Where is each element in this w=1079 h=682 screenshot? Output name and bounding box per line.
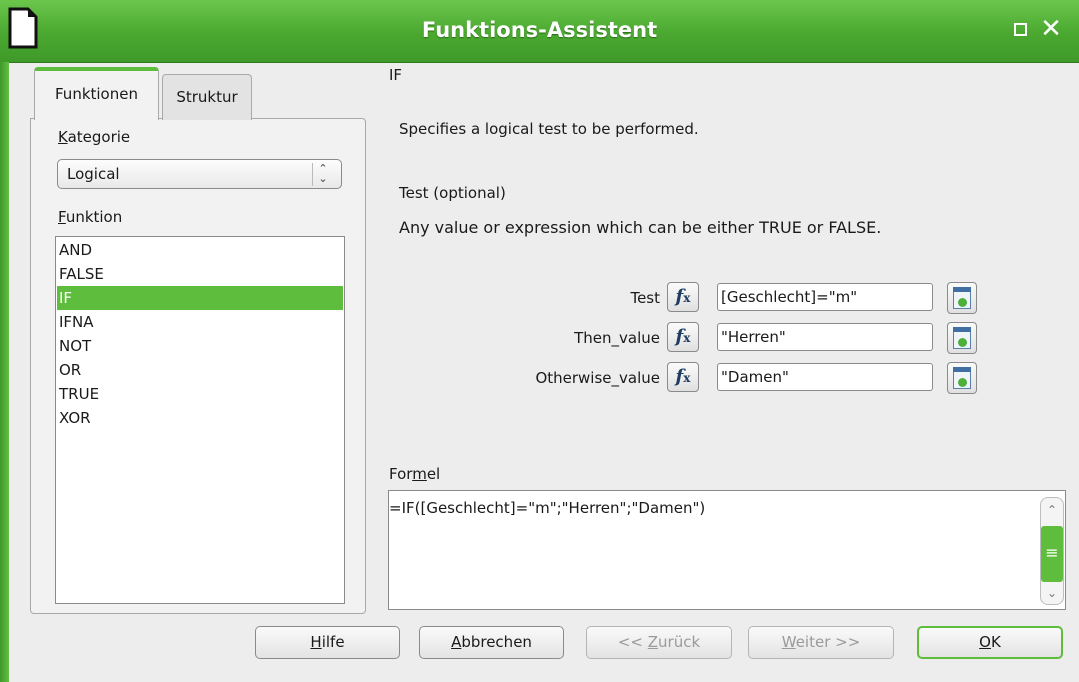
tab-label: Funktionen (55, 85, 138, 103)
scroll-down-icon[interactable]: ⌄ (1042, 582, 1062, 604)
cancel-button[interactable]: Abbrechen (419, 626, 564, 659)
list-item[interactable]: OR (57, 358, 343, 382)
formula-text: =IF([Geschlecht]="m";"Herren";"Damen") (389, 499, 706, 517)
help-button[interactable]: Hilfe (255, 626, 400, 659)
list-item[interactable]: FALSE (57, 262, 343, 286)
list-item[interactable]: XOR (57, 406, 343, 430)
function-name: IF (389, 66, 403, 84)
window-border (0, 62, 9, 682)
next-button[interactable]: Weiter >> (748, 626, 894, 659)
argument-description: Any value or expression which can be eit… (399, 218, 882, 237)
function-wizard-icon[interactable]: fx (667, 282, 699, 312)
formula-label: Formel (389, 465, 441, 483)
arg-input-test[interactable]: [Geschlecht]="m" (717, 283, 933, 311)
grip-icon: ≡ (1045, 543, 1059, 562)
function-label: Funktion (58, 208, 123, 226)
list-item-selected[interactable]: IF (57, 286, 343, 310)
arg-label-otherwise: Otherwise_value (535, 369, 660, 387)
function-description: Specifies a logical test to be performed… (399, 120, 699, 138)
list-item[interactable]: AND (57, 238, 343, 262)
list-item[interactable]: IFNA (57, 310, 343, 334)
arg-label-test: Test (630, 289, 660, 307)
shrink-ref-icon[interactable] (947, 282, 977, 314)
tab-funktionen[interactable]: Funktionen (34, 67, 159, 120)
back-button[interactable]: << Zurück (586, 626, 732, 659)
function-list[interactable]: AND FALSE IF IFNA NOT OR TRUE XOR (55, 236, 345, 604)
list-item[interactable]: NOT (57, 334, 343, 358)
arg-label-then: Then_value (574, 329, 660, 347)
category-value: Logical (67, 165, 120, 183)
shrink-ref-icon[interactable] (947, 362, 977, 394)
close-icon[interactable]: ✕ (1040, 14, 1062, 44)
shrink-ref-icon[interactable] (947, 322, 977, 354)
arg-input-then[interactable]: "Herren" (717, 323, 933, 351)
list-item[interactable]: TRUE (57, 382, 343, 406)
maximize-icon[interactable] (1014, 23, 1027, 36)
tab-label: Struktur (176, 88, 238, 106)
argument-title: Test (optional) (399, 184, 506, 202)
function-wizard-icon[interactable]: fx (667, 322, 699, 352)
category-label: Kategorie (58, 128, 131, 146)
ok-button[interactable]: OK (917, 626, 1063, 659)
window-title: Funktions-Assistent (421, 18, 658, 42)
scroll-up-icon[interactable]: ⌃ (1042, 499, 1062, 521)
tab-struktur[interactable]: Struktur (162, 74, 252, 120)
category-select[interactable]: Logical ⌃ ⌄ (57, 159, 342, 189)
function-wizard-icon[interactable]: fx (667, 362, 699, 392)
updown-chevron-icon: ⌃ ⌄ (312, 163, 333, 186)
arg-input-otherwise[interactable]: "Damen" (717, 363, 933, 391)
